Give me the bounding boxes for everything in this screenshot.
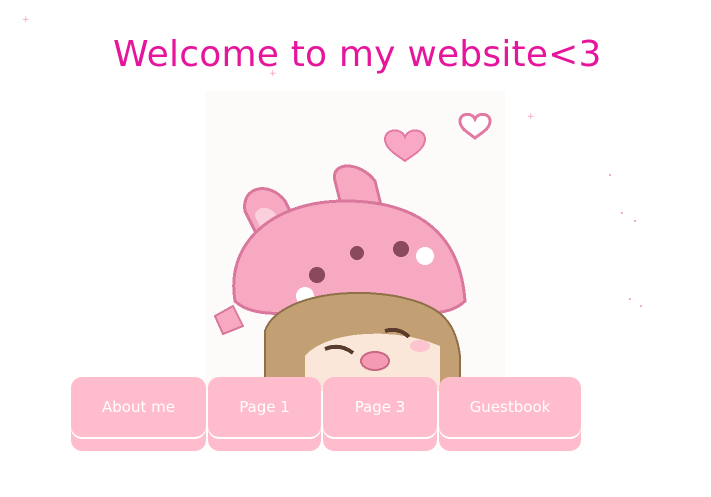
page-1-label: Page 1 [239,398,290,416]
guestbook-button[interactable]: Guestbook [439,377,581,437]
about-me-button[interactable]: About me [71,377,206,437]
sparkle-icon [629,298,631,300]
sparkle-icon: + [22,15,30,25]
sparkle-icon [621,212,623,214]
heart-outline-icon [458,112,492,140]
hero-image [205,91,505,391]
sparkle-icon [634,220,636,222]
page-title: Welcome to my website<3 [113,34,602,75]
guestbook-label: Guestbook [469,398,551,416]
sparkle-icon: + [527,112,535,122]
heart-icon [383,129,427,163]
sparkle-icon [640,305,642,307]
page-1-button[interactable]: Page 1 [208,377,321,437]
page-3-button[interactable]: Page 3 [323,377,437,437]
bunny-hood-girl-icon [213,112,492,391]
nav-bar: About me Page 1 Page 3 Guestbook [71,377,583,451]
about-me-label: About me [102,398,175,416]
page-3-label: Page 3 [354,398,406,416]
sparkle-icon [609,174,611,176]
